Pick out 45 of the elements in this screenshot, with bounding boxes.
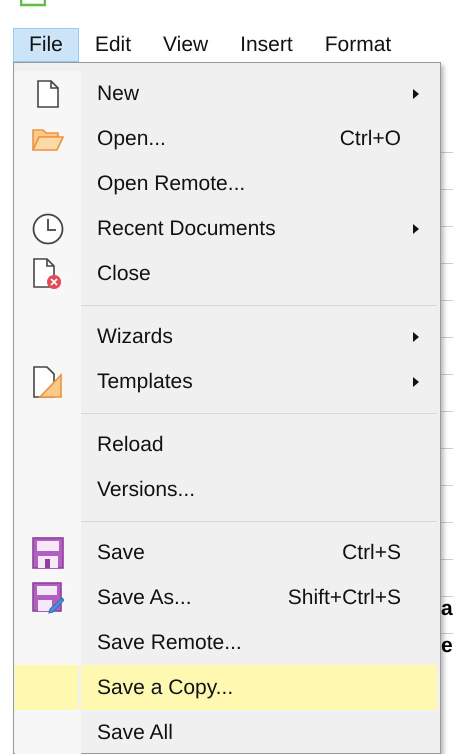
close-document-icon [33,258,63,290]
menu-item[interactable]: New [15,71,437,116]
menu-item-label: Templates [97,370,193,394]
menu-item[interactable]: Save All [15,710,437,754]
menu-item[interactable]: Save Ctrl+S [15,530,437,575]
menu-item-label: Close [97,262,151,286]
menu-item[interactable]: Open... Ctrl+O [15,116,437,161]
menu-item-label: Save a Copy... [97,676,234,700]
menu-item-label: Open Remote... [97,172,246,196]
menu-item-label: Save [97,540,145,564]
menu-item[interactable]: Open Remote... [15,161,437,206]
menu-item[interactable]: Reload [15,422,437,467]
menu-item[interactable]: Versions... [15,467,437,512]
menu-bar-item[interactable]: View [147,28,224,62]
menu-item-label: Save Remote... [97,630,242,654]
shortcut-text: Shift+Ctrl+S [288,586,401,610]
menu-bar-item[interactable]: Format [308,28,408,62]
menu-item-label: Save As... [97,586,192,610]
shortcut-text: Ctrl+O [340,126,401,150]
menu-bar-item[interactable]: File [13,28,79,62]
document-icon [37,80,59,108]
menu-item-label: Reload [97,432,164,456]
clock-icon [32,212,64,244]
menu-item-label: Recent Documents [97,216,276,240]
menu-item[interactable]: Templates [15,359,437,404]
menu-bar-item[interactable]: Edit [78,28,148,62]
menu-item[interactable]: Recent Documents [15,206,437,251]
menu-item-label: Open... [97,126,166,150]
menu-item[interactable]: Save As... Shift+Ctrl+S [15,575,437,620]
cell-text: e [441,634,453,657]
menu-item[interactable]: Save Remote... [15,620,437,665]
menu-item[interactable]: Save a Copy... [15,665,437,710]
menu-item[interactable]: Wizards [15,314,437,359]
menu-item-label: Wizards [97,324,173,348]
template-icon [33,366,63,398]
menu-bar-item[interactable]: Insert [224,28,309,62]
cell-text: a [441,597,453,620]
menu-item[interactable]: Close [15,251,437,296]
floppy-disk-pencil-icon [32,582,64,614]
folder-icon [32,126,64,150]
menu-item-label: Versions... [97,478,196,502]
menu-item-label: New [97,82,140,106]
app-icon [20,0,46,7]
shortcut-text: Ctrl+S [342,540,401,564]
menu-item-label: Save All [97,720,173,744]
